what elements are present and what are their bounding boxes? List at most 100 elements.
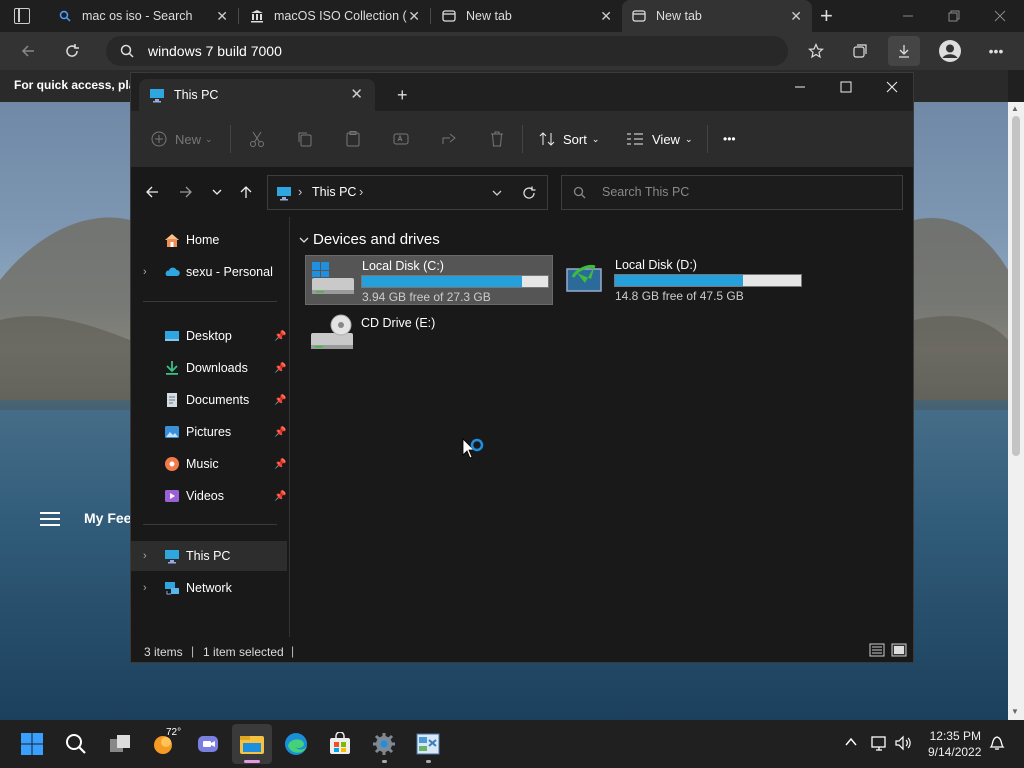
scroll-up-icon[interactable]: ▲ xyxy=(1011,104,1019,113)
close-icon[interactable]: ✕ xyxy=(350,85,363,103)
nav-label: Downloads xyxy=(186,361,248,375)
refresh-icon[interactable] xyxy=(522,186,536,203)
rename-icon[interactable] xyxy=(392,111,410,167)
pin-icon[interactable]: 📌 xyxy=(274,459,286,470)
command-divider xyxy=(522,125,523,153)
pin-icon[interactable]: 📌 xyxy=(274,331,286,342)
search-box[interactable]: Search This PC xyxy=(561,175,903,210)
settings-gear-icon[interactable] xyxy=(364,724,404,764)
nav-item-downloads[interactable]: Downloads 📌 xyxy=(131,353,287,383)
breadcrumb-item[interactable]: This PC xyxy=(312,185,356,199)
group-header[interactable]: Devices and drives xyxy=(299,231,440,249)
pin-icon[interactable]: 📌 xyxy=(274,427,286,438)
notifications-icon[interactable] xyxy=(988,734,1006,755)
close-icon[interactable]: ✕ xyxy=(408,8,420,25)
menu-hamburger-icon[interactable] xyxy=(40,512,60,530)
drive-usage-fill xyxy=(362,276,522,287)
see-more-button[interactable]: ••• xyxy=(723,111,736,167)
tab-actions-icon[interactable] xyxy=(14,8,30,24)
chevron-right-icon[interactable]: › xyxy=(143,550,147,562)
delete-icon[interactable] xyxy=(488,111,506,167)
drive-e[interactable]: CD Drive (E:) xyxy=(305,313,553,355)
nav-label: Network xyxy=(186,581,232,595)
edge-icon[interactable] xyxy=(276,724,316,764)
favorites-star-icon[interactable] xyxy=(800,36,832,66)
address-bar[interactable]: windows 7 build 7000 xyxy=(106,36,788,66)
view-button[interactable]: View ⌄ xyxy=(626,111,693,167)
details-view-icon[interactable] xyxy=(869,643,885,660)
chevron-up-icon[interactable] xyxy=(844,736,858,751)
chevron-right-icon[interactable]: › xyxy=(143,582,147,594)
widgets-weather-icon[interactable]: 72° xyxy=(144,724,184,764)
drive-c[interactable]: Local Disk (C:) 3.94 GB free of 27.3 GB xyxy=(305,255,553,305)
explorer-maximize-icon[interactable] xyxy=(823,73,869,101)
chevron-down-icon[interactable] xyxy=(491,187,503,202)
new-button[interactable]: New ⌄ xyxy=(151,111,213,167)
restore-icon[interactable] xyxy=(931,0,977,32)
nav-item-desktop[interactable]: Desktop 📌 xyxy=(131,321,287,351)
cut-icon[interactable] xyxy=(248,111,266,167)
address-breadcrumb[interactable]: › This PC › xyxy=(267,175,548,210)
microsoft-store-icon[interactable] xyxy=(320,724,360,764)
volume-icon[interactable] xyxy=(894,734,912,755)
nav-label: Desktop xyxy=(186,329,232,343)
chevron-down-icon xyxy=(299,232,309,249)
scroll-down-icon[interactable]: ▼ xyxy=(1011,707,1019,716)
start-windows-icon[interactable] xyxy=(12,724,52,764)
nav-item-network[interactable]: › Network xyxy=(131,573,287,603)
close-window-icon[interactable] xyxy=(977,0,1023,32)
tab-divider xyxy=(238,8,239,24)
teams-chat-icon[interactable] xyxy=(188,724,228,764)
up-icon[interactable] xyxy=(233,179,259,205)
nav-item-documents[interactable]: Documents 📌 xyxy=(131,385,287,415)
forward-icon[interactable] xyxy=(173,179,199,205)
my-feed-label[interactable]: My Fee xyxy=(84,510,131,526)
explorer-tab[interactable]: This PC ✕ xyxy=(139,79,375,111)
task-view-icon[interactable] xyxy=(100,724,140,764)
close-icon[interactable]: ✕ xyxy=(790,8,802,25)
share-icon[interactable] xyxy=(440,111,458,167)
new-tab-button[interactable]: + xyxy=(820,3,833,29)
pin-icon[interactable]: 📌 xyxy=(274,491,286,502)
copy-icon[interactable] xyxy=(296,111,314,167)
close-icon[interactable]: ✕ xyxy=(216,8,228,25)
back-icon[interactable] xyxy=(139,179,165,205)
sort-button[interactable]: Sort ⌄ xyxy=(539,111,599,167)
profile-avatar-icon[interactable] xyxy=(934,36,966,66)
nav-item-onedrive[interactable]: › sexu - Personal xyxy=(131,257,287,287)
nav-divider xyxy=(143,301,277,302)
paste-icon[interactable] xyxy=(344,111,362,167)
pin-icon[interactable]: 📌 xyxy=(274,395,286,406)
browser-tab[interactable]: mac os iso - Search ✕ xyxy=(48,0,238,32)
refresh-icon[interactable] xyxy=(56,36,88,66)
nav-item-home[interactable]: Home xyxy=(131,225,287,255)
network-ethernet-icon[interactable] xyxy=(870,734,888,755)
nav-item-pictures[interactable]: Pictures 📌 xyxy=(131,417,287,447)
file-explorer-taskbar-icon[interactable] xyxy=(232,724,272,764)
scrollbar-thumb[interactable] xyxy=(1012,116,1020,456)
control-panel-icon[interactable] xyxy=(408,724,448,764)
explorer-tab-title: This PC xyxy=(174,88,219,102)
settings-more-icon[interactable]: ••• xyxy=(980,36,1012,66)
collections-icon[interactable] xyxy=(844,36,876,66)
chevron-right-icon[interactable]: › xyxy=(143,266,147,278)
pin-icon[interactable]: 📌 xyxy=(274,363,286,374)
large-icons-view-icon[interactable] xyxy=(891,643,907,660)
explorer-close-icon[interactable] xyxy=(869,73,913,101)
close-icon[interactable]: ✕ xyxy=(600,8,612,25)
downloads-icon[interactable] xyxy=(888,36,920,66)
recent-locations-icon[interactable] xyxy=(204,179,230,205)
minimize-icon[interactable] xyxy=(885,0,931,32)
explorer-minimize-icon[interactable] xyxy=(777,73,823,101)
explorer-new-tab-button[interactable]: + xyxy=(397,85,408,106)
browser-tab[interactable]: macOS ISO Collection ( ✕ xyxy=(240,0,430,32)
nav-item-music[interactable]: Music 📌 xyxy=(131,449,287,479)
browser-tab-active[interactable]: New tab ✕ xyxy=(622,0,812,32)
browser-tab[interactable]: New tab ✕ xyxy=(432,0,622,32)
drive-d[interactable]: Local Disk (D:) 14.8 GB free of 47.5 GB xyxy=(559,255,807,305)
back-icon[interactable] xyxy=(12,36,44,66)
nav-item-this-pc[interactable]: › This PC xyxy=(131,541,287,571)
nav-item-videos[interactable]: Videos 📌 xyxy=(131,481,287,511)
clock[interactable]: 12:35 PM 9/14/2022 xyxy=(928,729,981,759)
search-icon[interactable] xyxy=(56,724,96,764)
